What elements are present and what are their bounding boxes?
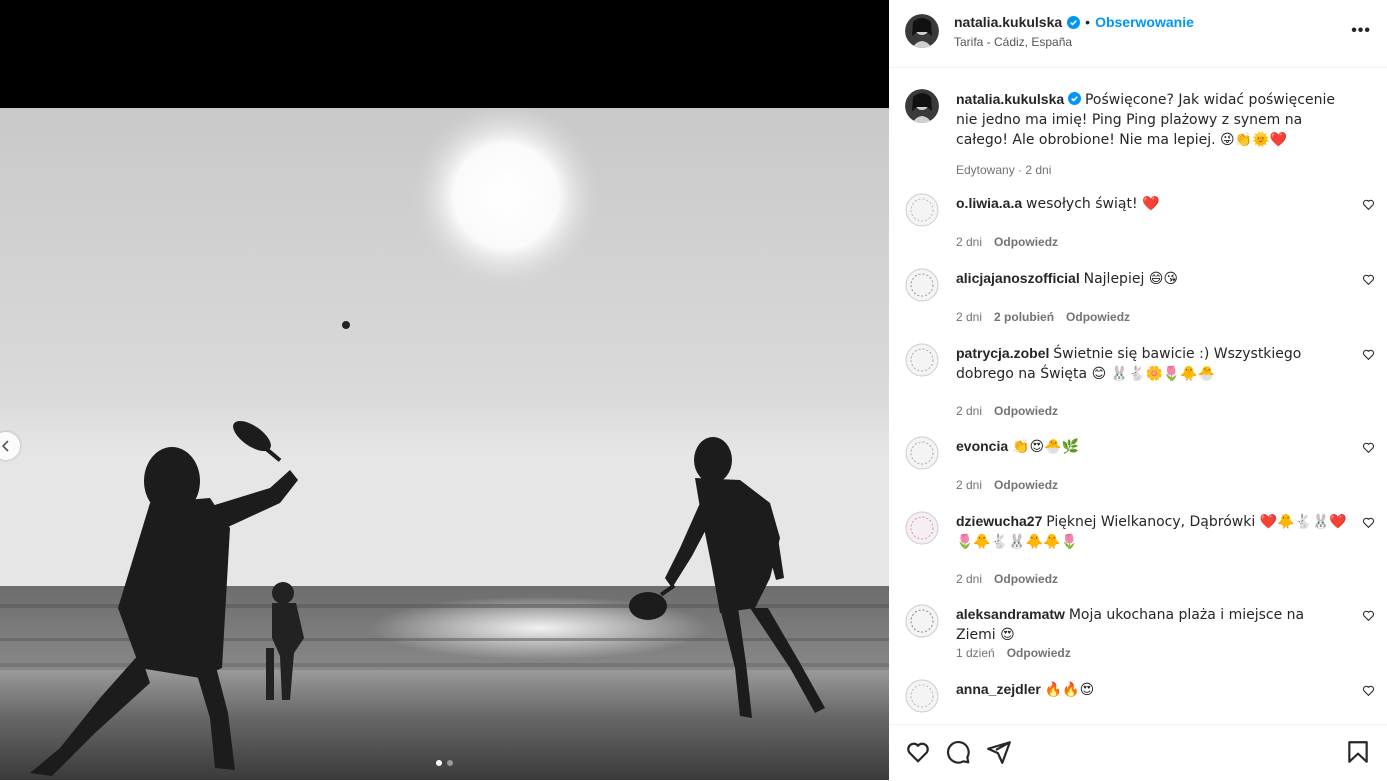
comment-age: 2 dni [956, 310, 983, 324]
comment-text: dziewucha27 Pięknej Wielkanocy, Dąbrówki… [956, 512, 1348, 552]
comment-username[interactable]: aleksandramatw [956, 606, 1065, 622]
carousel-dot [436, 760, 442, 766]
comment-age: 2 dni [956, 404, 983, 418]
comment-icon[interactable] [945, 739, 971, 765]
comments-list: natalia.kukulska Poświęcone? Jak widać p… [889, 68, 1387, 724]
comment-username[interactable]: evoncia [956, 438, 1008, 454]
comment-body: wesołych świąt! ❤️ [1026, 196, 1160, 212]
reply-button[interactable]: Odpowiedz [994, 404, 1058, 418]
comment-text: aleksandramatw Moja ukochana plaża i mie… [956, 605, 1348, 645]
verified-badge-icon [1067, 15, 1081, 29]
heart-icon[interactable] [1362, 441, 1375, 454]
avatar[interactable] [905, 268, 939, 302]
avatar[interactable] [905, 14, 939, 48]
comment-meta: 2 dni Odpowiedz [956, 404, 1058, 418]
comment-age: 1 dzień [956, 646, 995, 660]
comment-username[interactable]: alicjajanoszofficial [956, 270, 1080, 286]
verified-badge-icon [1068, 92, 1082, 105]
caption-meta: Edytowany · 2 dni [956, 163, 1051, 177]
avatar[interactable] [905, 511, 939, 545]
reply-button[interactable]: Odpowiedz [1066, 310, 1130, 324]
comment-meta: 2 dni Odpowiedz [956, 572, 1058, 586]
comment-age: 2 dni [956, 478, 983, 492]
comment-body: 🔥🔥😍 [1044, 682, 1095, 698]
comment-meta: 1 dzień Odpowiedz [956, 646, 1071, 660]
comment-age: 2 dni [956, 235, 983, 249]
comment-username[interactable]: anna_zejdler [956, 681, 1041, 697]
reply-button[interactable]: Odpowiedz [1007, 646, 1071, 660]
comment-text: alicjajanoszofficial Najlepiej 😄😘 [956, 269, 1348, 289]
comment-meta: 2 dni 2 polubień Odpowiedz [956, 310, 1130, 324]
heart-icon[interactable] [1362, 198, 1375, 211]
comment-body: Najlepiej 😄😘 [1083, 271, 1178, 287]
post-media [0, 0, 889, 780]
avatar[interactable] [905, 679, 939, 713]
post-side-panel: natalia.kukulska • Obserwowanie Tarifa -… [889, 0, 1387, 780]
reply-button[interactable]: Odpowiedz [994, 572, 1058, 586]
heart-icon[interactable] [1362, 348, 1375, 361]
share-icon[interactable] [986, 739, 1012, 765]
heart-icon[interactable] [1362, 273, 1375, 286]
reply-button[interactable]: Odpowiedz [994, 478, 1058, 492]
avatar[interactable] [905, 604, 939, 638]
avatar[interactable] [905, 193, 939, 227]
avatar[interactable] [905, 436, 939, 470]
edited-timestamp: Edytowany · 2 dni [956, 163, 1052, 177]
following-button[interactable]: Obserwowanie [1095, 14, 1194, 30]
separator: • [1085, 14, 1091, 30]
carousel-indicator [0, 760, 889, 766]
comment-text: patrycja.zobel Świetnie się bawicie :) W… [956, 344, 1348, 384]
heart-icon[interactable] [1362, 516, 1375, 529]
author-username[interactable]: natalia.kukulska [954, 14, 1062, 30]
reply-button[interactable]: Odpowiedz [994, 235, 1058, 249]
post-header: natalia.kukulska • Obserwowanie Tarifa -… [889, 0, 1387, 68]
comment-meta: 2 dni Odpowiedz [956, 478, 1058, 492]
comment-text: evoncia 👏😍🐣🌿 [956, 437, 1348, 457]
heart-icon[interactable] [1362, 684, 1375, 697]
heart-icon[interactable] [905, 739, 931, 765]
caption-username[interactable]: natalia.kukulska [956, 91, 1064, 107]
more-options-button[interactable]: ••• [1351, 22, 1371, 40]
comment-username[interactable]: patrycja.zobel [956, 345, 1049, 361]
bookmark-icon[interactable] [1345, 739, 1371, 765]
comment-username[interactable]: o.liwia.a.a [956, 195, 1022, 211]
post-location[interactable]: Tarifa - Cádiz, España [954, 35, 1072, 49]
avatar[interactable] [905, 343, 939, 377]
comment-age: 2 dni [956, 572, 983, 586]
caption-text: natalia.kukulska Poświęcone? Jak widać p… [956, 90, 1348, 150]
post-photo [0, 108, 889, 780]
heart-icon[interactable] [1362, 609, 1375, 622]
chevron-left-icon [1, 440, 9, 452]
action-bar [889, 724, 1387, 781]
avatar[interactable] [905, 89, 939, 123]
comment-username[interactable]: dziewucha27 [956, 513, 1042, 529]
post-author: natalia.kukulska • Obserwowanie [954, 14, 1194, 30]
comment-text: anna_zejdler 🔥🔥😍 [956, 680, 1348, 700]
carousel-dot [447, 760, 453, 766]
comment-body: 👏😍🐣🌿 [1012, 439, 1079, 455]
comment-meta: 2 dni Odpowiedz [956, 235, 1058, 249]
likes-count[interactable]: 2 polubień [994, 310, 1054, 324]
comment-text: o.liwia.a.a wesołych świąt! ❤️ [956, 194, 1348, 214]
